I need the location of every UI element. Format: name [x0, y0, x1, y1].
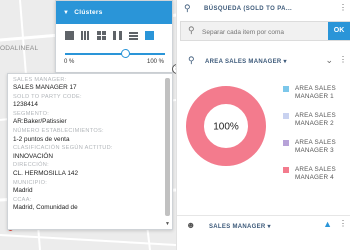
- legend-swatch: [283, 140, 289, 146]
- customer-info-card: Sales Manager: SALES MANAGER 17 Sold to Pa…: [7, 73, 173, 230]
- slider-range-labels: 0 % 100 %: [56, 55, 172, 65]
- legend-item[interactable]: AREA SALES MANAGER 3: [283, 139, 350, 166]
- area-sales-manager-title[interactable]: AREA SALES MANAGER ▾: [205, 58, 287, 65]
- search-field-icon: ⚲: [188, 25, 195, 35]
- info-field-value: CL. HERMOSILLA 142: [13, 169, 79, 177]
- ok-button[interactable]: OK: [328, 22, 350, 40]
- cluster-opacity-slider[interactable]: [65, 49, 165, 58]
- donut-chart: 100%: [186, 86, 266, 166]
- legend-swatch: [283, 86, 289, 92]
- legend-item[interactable]: AREA SALES MANAGER 1: [283, 85, 350, 112]
- clusters-panel: ▼ Clústers 0 % 100 %: [55, 0, 173, 73]
- info-field-label: Segmento:: [13, 111, 50, 118]
- clusters-title: Clústers: [74, 9, 103, 16]
- search-header-title: BÚSQUEDA (SOLD TO PA...: [204, 6, 293, 12]
- app-root: ODALINEAL ▼ Clústers 0 % 100 % Sales Man…: [0, 0, 350, 250]
- more-options-icon[interactable]: ⋮: [339, 55, 347, 64]
- more-options-icon[interactable]: ⋮: [339, 3, 347, 12]
- legend-label: AREA SALES MANAGER 3: [295, 139, 336, 154]
- info-field-label: Clasificación según Actitud:: [13, 145, 113, 152]
- area-sales-manager-header[interactable]: ⚲ AREA SALES MANAGER ▾ ⌄ ⋮: [177, 55, 350, 69]
- slider-min-label: 0 %: [64, 59, 75, 65]
- visibility-icon[interactable]: ▲: [323, 219, 332, 229]
- split-view-icon[interactable]: [113, 31, 122, 40]
- sales-manager-title[interactable]: SALES MANAGER ▾: [209, 223, 271, 230]
- info-field-label: CCAA:: [13, 196, 32, 203]
- area-sales-manager-chart: 100% AREA SALES MANAGER 1 AREA SALES MANAGE…: [182, 80, 350, 200]
- legend-swatch: [283, 113, 289, 119]
- info-field-label: Sales Manager:: [13, 77, 67, 83]
- info-field-label: Número establecimientos:: [13, 128, 104, 135]
- chart-legend: AREA SALES MANAGER 1 AREA SALES MANAGER 2 AR…: [283, 85, 350, 193]
- info-field-label: Dirección:: [13, 162, 49, 169]
- search-bar: ⚲ OK: [180, 21, 350, 41]
- info-fields: Sales Manager: SALES MANAGER 17 Sold to Pa…: [13, 76, 163, 213]
- clusters-header[interactable]: ▼ Clústers: [56, 1, 172, 24]
- slider-knob[interactable]: [121, 49, 130, 58]
- search-header[interactable]: ⚲ BÚSQUEDA (SOLD TO PA... ⋮: [177, 0, 350, 17]
- search-input[interactable]: [202, 26, 327, 38]
- legend-item[interactable]: AREA SALES MANAGER 2: [283, 112, 350, 139]
- rows-view-icon[interactable]: [129, 31, 138, 40]
- legend-swatch: [283, 167, 289, 173]
- grid-view-icon[interactable]: [97, 31, 106, 40]
- scroll-down-icon[interactable]: ▼: [165, 221, 170, 227]
- map-place-label: ODALINEAL: [0, 45, 39, 52]
- scrollbar-thumb[interactable]: [165, 78, 170, 216]
- donut-center-label: 100%: [213, 122, 239, 133]
- info-field-label: Municipio:: [13, 179, 48, 186]
- caret-down-icon: ▼: [63, 9, 70, 16]
- info-scrollbar[interactable]: ▼: [165, 78, 170, 227]
- info-field-label: Sold to Party Code:: [13, 94, 82, 101]
- legend-item[interactable]: AREA SALES MANAGER 4: [283, 166, 350, 193]
- info-field-value: 1-2 puntos de venta: [13, 135, 70, 143]
- stacked-view-icon[interactable]: [145, 31, 154, 40]
- info-field-value: AR:Baker/Patissier: [13, 118, 67, 126]
- users-icon: ☻: [186, 220, 196, 230]
- info-field-value: 1238414: [13, 101, 38, 109]
- legend-label: AREA SALES MANAGER 4: [295, 166, 336, 181]
- info-field-value: INNOVACIÓN: [13, 152, 54, 160]
- more-options-icon[interactable]: ⋮: [339, 219, 347, 228]
- legend-label: AREA SALES MANAGER 2: [295, 112, 336, 127]
- sales-manager-header[interactable]: ☻ SALES MANAGER ▾ ▲ ⋮: [177, 215, 350, 235]
- right-panel: ⚲ BÚSQUEDA (SOLD TO PA... ⋮ ⚲ OK ⚲ AREA …: [176, 0, 350, 250]
- info-field-value: SALES MANAGER 17: [13, 84, 77, 92]
- collapse-chevron-icon[interactable]: ⌄: [325, 55, 333, 66]
- columns-view-icon[interactable]: [81, 31, 90, 40]
- map-layer-icon: ⚲: [188, 55, 195, 65]
- search-icon: ⚲: [184, 3, 191, 13]
- legend-label: AREA SALES MANAGER 1: [295, 85, 336, 100]
- info-field-value: Madrid, Comunidad de: [13, 203, 78, 211]
- cluster-view-toolbar: [56, 24, 172, 40]
- solid-square-view-icon[interactable]: [65, 31, 74, 40]
- info-field-value: Madrid: [13, 186, 33, 194]
- slider-max-label: 100 %: [146, 59, 164, 65]
